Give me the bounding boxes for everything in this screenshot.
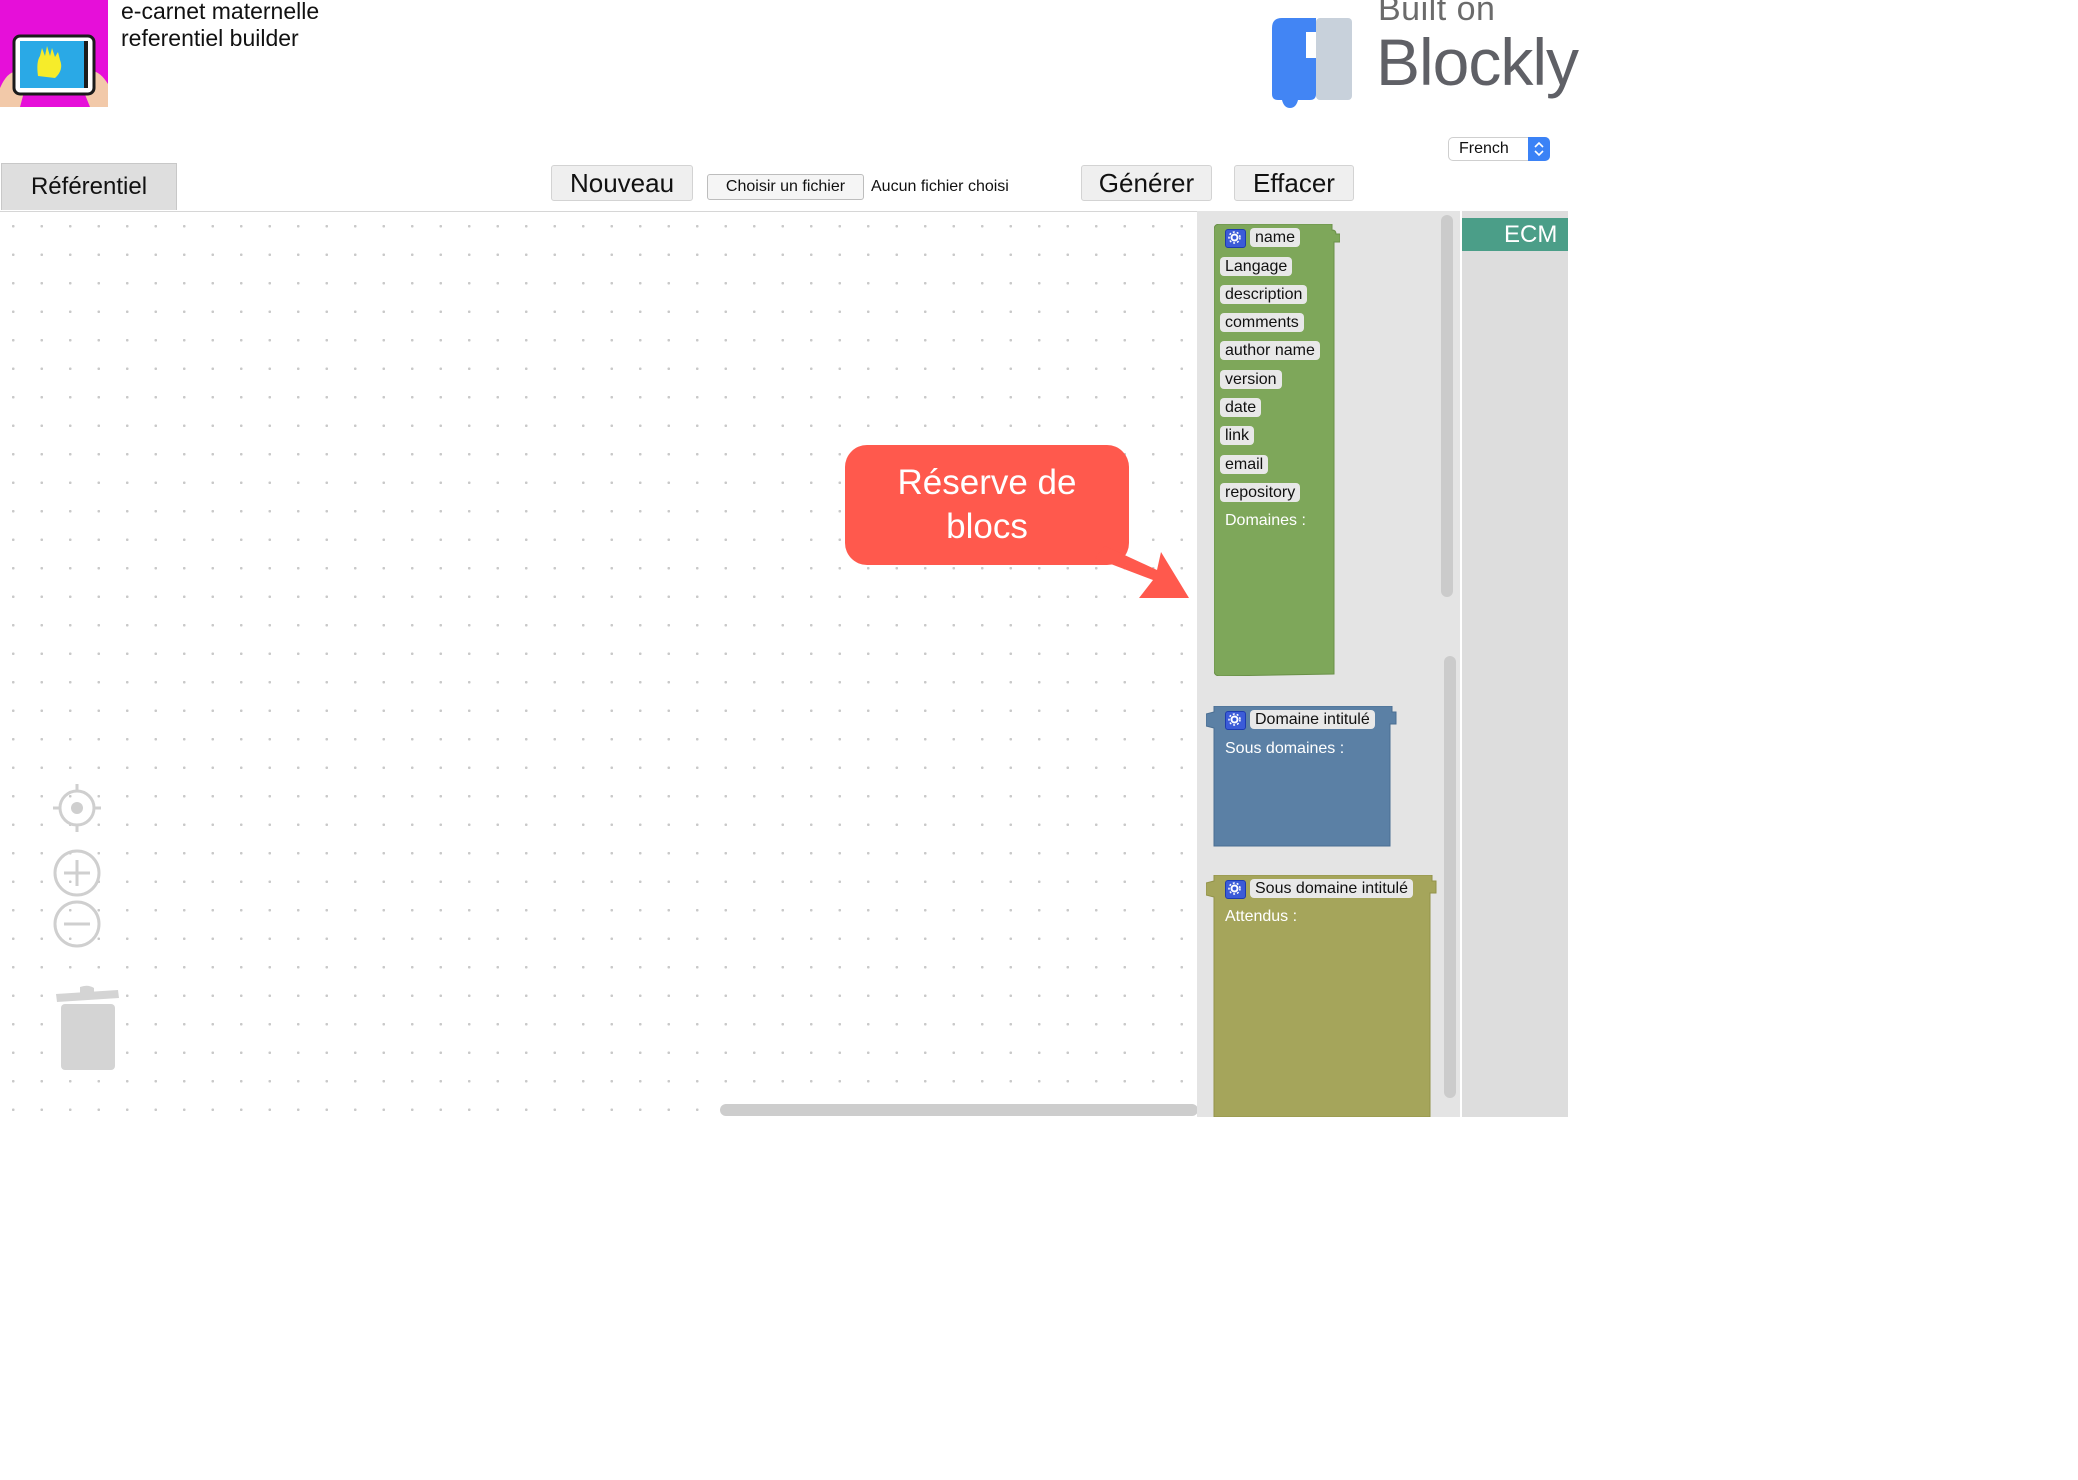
field-domaine-intitule[interactable]: Domaine intitulé [1250,710,1375,729]
generate-button[interactable]: Générer [1081,165,1212,201]
trash-icon[interactable] [54,984,120,1077]
field-repository[interactable]: repository [1220,483,1301,502]
tab-referentiel[interactable]: Référentiel [1,163,177,210]
gear-icon[interactable] [1225,229,1246,248]
gear-icon[interactable] [1225,880,1246,899]
workspace-scrollbar[interactable] [720,1104,1198,1116]
field-link[interactable]: link [1220,426,1255,445]
language-select-value: French [1459,140,1509,157]
callout-arrow-icon [1095,546,1189,598]
recenter-icon[interactable] [53,784,101,837]
field-version[interactable]: version [1220,370,1282,389]
field-name[interactable]: name [1250,228,1301,247]
new-button[interactable]: Nouveau [551,165,693,201]
zoom-in-icon[interactable] [52,848,102,903]
choose-file-button[interactable]: Choisir un fichier [707,174,864,200]
field-description[interactable]: description [1220,285,1308,304]
callout-reserve-de-blocs: Réserve de blocs [845,445,1129,565]
attendus-label: Attendus : [1225,908,1298,925]
category-toolbox [1462,211,1568,1117]
field-sous-domaine-intitule[interactable]: Sous domaine intitulé [1250,879,1413,898]
domaines-label: Domaines : [1225,512,1306,529]
field-author-name[interactable]: author name [1220,341,1320,360]
blockly-logo-icon [1272,18,1354,108]
gear-icon[interactable] [1225,711,1246,730]
sous-domaines-label: Sous domaines : [1225,740,1345,757]
select-arrows-icon [1528,137,1550,161]
field-langage[interactable]: Langage [1220,257,1293,276]
field-comments[interactable]: comments [1220,313,1304,332]
app-title: e-carnet maternelle referentiel builder [121,0,320,51]
callout-text: Réserve de blocs [897,463,1077,546]
blockly-workspace[interactable] [0,211,1197,1118]
blockly-wordmark: Blockly [1376,25,1579,99]
flyout-scrollbar-secondary[interactable] [1444,656,1456,1098]
file-status: Aucun fichier choisi [871,178,1009,195]
clear-button[interactable]: Effacer [1234,165,1354,201]
app-logo [0,0,108,107]
field-date[interactable]: date [1220,398,1262,417]
flyout-scrollbar[interactable] [1441,215,1453,597]
zoom-out-icon[interactable] [52,899,102,954]
language-select[interactable]: French [1448,137,1550,161]
field-email[interactable]: email [1220,455,1269,474]
category-ecm[interactable]: ECM [1462,218,1568,251]
